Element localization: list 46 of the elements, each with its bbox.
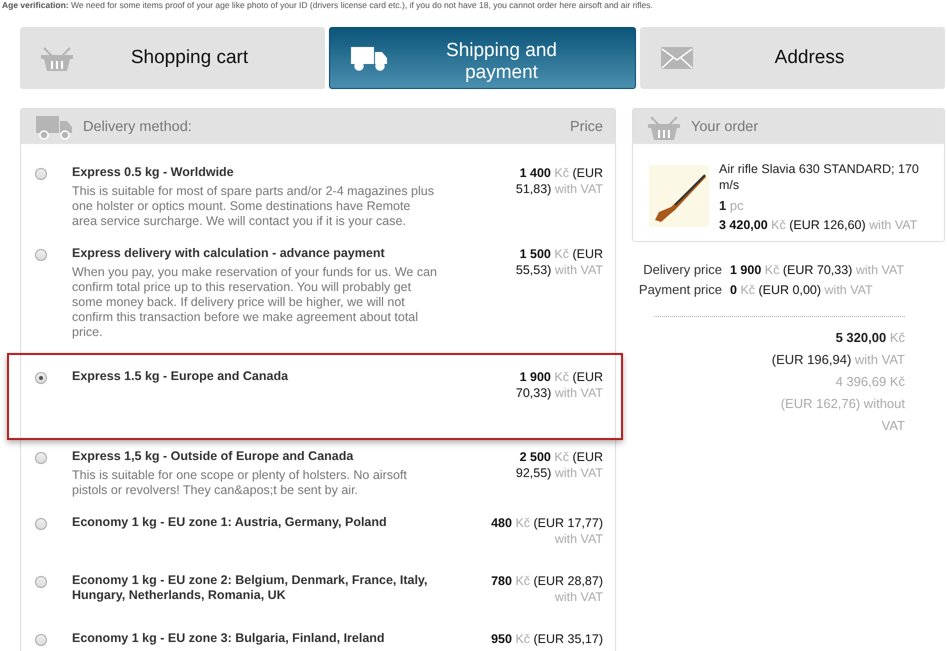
option-description: This is suitable for most of spare parts and/or 2-4 magazines plus one holster or optics mount. Some destinations have Remote area service surcharge. We will contact you if it is your case. <box>72 184 435 229</box>
option-name: Economy 1 kg - EU zone 1: Austria, Germany, Poland <box>72 515 388 530</box>
price-text: 950 Kč (EUR 35,17) <box>490 631 603 647</box>
checkout-step[interactable]: Shipping and payment <box>329 27 636 89</box>
product-name[interactable]: Air rifle Slavia 630 STANDARD; 170 m/s <box>719 161 936 193</box>
column-heading: Price <box>570 118 603 134</box>
option-name: Express 1.5 kg - Europe and Canada <box>72 369 290 384</box>
fee-label: Delivery price <box>642 262 722 278</box>
checkout-step[interactable]: Shopping cart <box>20 27 325 89</box>
price-text: 1 900 Kč (EUR 70,33) with VAT <box>730 262 905 278</box>
price-text: 2 500 Kč (EUR 92,55) with VAT <box>514 449 603 481</box>
option-description: This is suitable for one scope or plenty of holsters. No airsoft pistols or revolvers! They can&apos;t be sent by air. <box>72 468 408 498</box>
panel-title: Delivery method: <box>83 118 193 134</box>
option-name: Express delivery with calculation - advance payment <box>72 246 386 261</box>
quantity-text: 1 pc <box>719 198 745 214</box>
truck-icon <box>350 44 388 72</box>
age-notice: Age verification: We need for some items proof of your age like photo of your ID (drivers license card etc.), if you do not have 18, you cannot order here airsoft and air rifles. <box>1 0 654 10</box>
radio-button[interactable] <box>35 576 47 588</box>
price-text: 780 Kč (EUR 28,87) with VAT <box>490 573 603 605</box>
fee-label: Payment price <box>638 282 722 298</box>
panel-title: Your order <box>691 118 760 134</box>
net-price: 4 396,69 Kč <box>834 373 905 391</box>
checkout-step[interactable]: Address <box>640 27 945 89</box>
total-price: 5 320,00 Kč <box>834 329 905 347</box>
option-description: When you pay, you make reservation of your funds for us. We can confirm total price up to this reservation. You will probably get some money back. If delivery price will be higher, we will not confirm this transaction before we make agreement about total price. <box>72 265 437 340</box>
price-text: 1 400 Kč (EUR 51,83) with VAT <box>514 165 603 197</box>
radio-button[interactable] <box>35 634 47 646</box>
price-text: 0 Kč (EUR 0,00) with VAT <box>730 282 874 298</box>
price-text: 1 500 Kč (EUR 55,53) with VAT <box>514 246 603 278</box>
option-name: Economy 1 kg - EU zone 3: Bulgaria, Finland, Ireland <box>72 631 386 646</box>
total-eur: (EUR 196,94) with VAT <box>770 351 905 369</box>
price-text: 480 Kč (EUR 17,77) with VAT <box>490 515 603 547</box>
price-text: 1 900 Kč (EUR 70,33) with VAT <box>514 369 603 401</box>
radio-button[interactable] <box>35 518 47 530</box>
rifle-image <box>649 165 709 227</box>
envelope-icon <box>660 46 694 70</box>
option-name: Economy 1 kg - EU zone 2: Belgium, Denmark, France, Italy, Hungary, Netherlands, Romania, UK <box>72 573 428 603</box>
net-eur: (EUR 162,76) without <box>780 395 905 413</box>
option-name: Express 1,5 kg - Outside of Europe and Canada <box>72 449 354 464</box>
radio-button[interactable] <box>35 372 47 384</box>
option-name: Express 0.5 kg - Worldwide <box>72 165 235 180</box>
radio-button[interactable] <box>35 249 47 261</box>
radio-button[interactable] <box>35 452 47 464</box>
net-vat: VAT <box>880 417 905 435</box>
radio-button[interactable] <box>35 168 47 180</box>
price-text: 3 420,00 Kč (EUR 126,60) with VAT <box>719 217 918 233</box>
